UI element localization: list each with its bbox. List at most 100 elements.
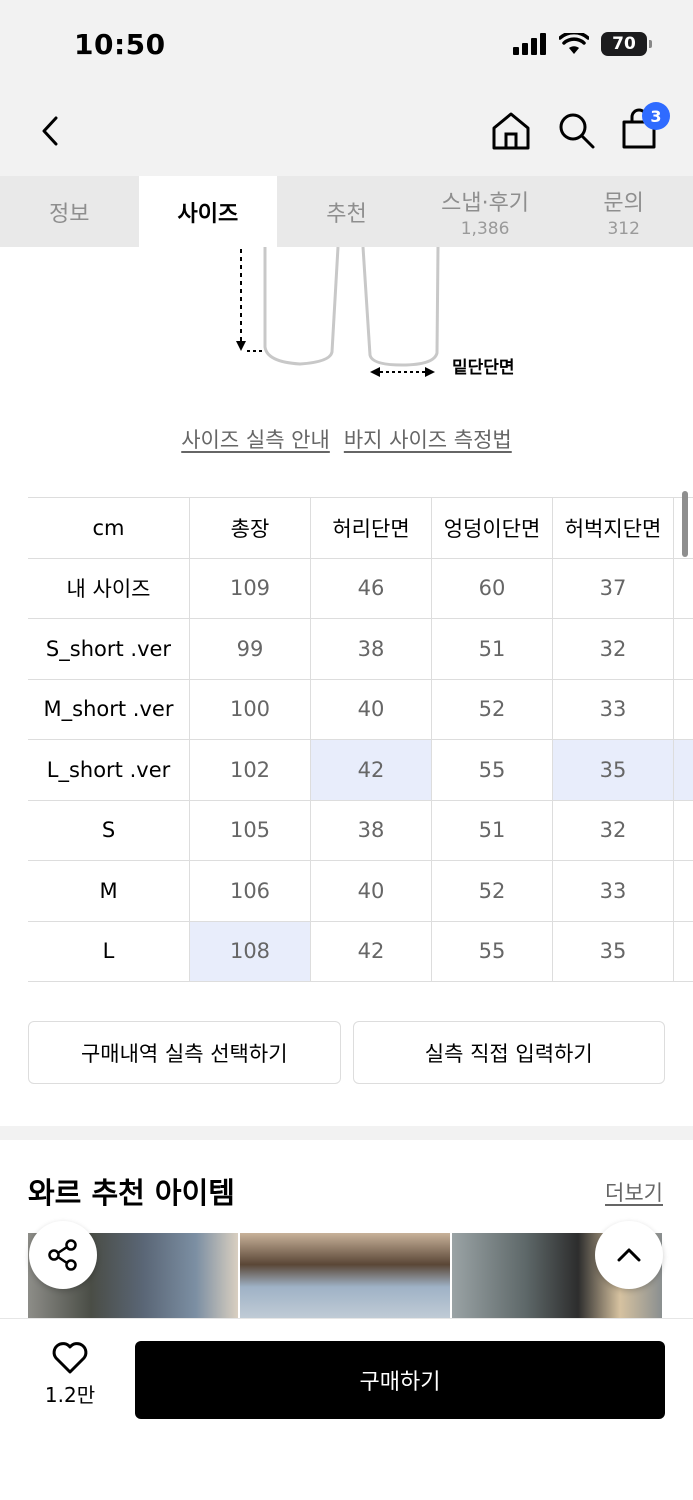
table-cell: 40: [310, 861, 431, 921]
tab-count: 1,386: [460, 218, 510, 239]
share-icon: [48, 1239, 77, 1271]
table-cell: 105: [189, 800, 310, 860]
product-thumbnail[interactable]: [240, 1233, 450, 1323]
hem-label: 밑단단면: [452, 358, 515, 378]
table-cell: 37: [552, 558, 673, 618]
like-count: 1.2만: [44, 1383, 96, 1407]
select-purchase-history-button[interactable]: 구매내역 실측 선택하기: [28, 1021, 341, 1084]
status-bar: 10:50 70: [0, 0, 693, 92]
table-cell: 33: [552, 861, 673, 921]
like-button[interactable]: 1.2만: [40, 1341, 100, 1408]
size-name: 내 사이즈: [66, 577, 151, 602]
table-scrollbar[interactable]: [682, 491, 688, 557]
table-cell: 51: [431, 800, 552, 860]
enter-measurement-button[interactable]: 실측 직접 입력하기: [352, 1021, 665, 1084]
table-row: L 108 42 55 35: [28, 921, 693, 982]
size-name: L_short .ver: [46, 757, 171, 782]
table-cell: 55: [431, 921, 552, 981]
table-row: L_short .ver 102 42 55 35: [28, 740, 693, 801]
size-action-buttons: 구매내역 실측 선택하기 실측 직접 입력하기: [28, 1021, 665, 1084]
recommend-carousel: [28, 1233, 693, 1323]
table-cell: 40: [310, 679, 431, 739]
table-row: 내 사이즈 109 46 60 37: [28, 558, 693, 619]
table-cell-highlighted: 108: [189, 921, 310, 981]
back-icon[interactable]: [34, 112, 74, 152]
table-cell: 106: [189, 861, 310, 921]
table-cell-overflow: [673, 740, 693, 800]
table-cell: 35: [552, 921, 673, 981]
tab-recommend[interactable]: 추천: [277, 176, 416, 247]
status-time: 10:50: [74, 28, 166, 61]
table-cell: 38: [310, 800, 431, 860]
tab-label: 추천: [326, 201, 367, 227]
table-cell: 38: [310, 619, 431, 679]
status-icons: 70: [513, 32, 652, 56]
size-name: S_short .ver: [45, 636, 172, 661]
size-name: L: [102, 939, 115, 964]
table-cell: 100: [189, 679, 310, 739]
table-row: M_short .ver 100 40 52 33: [28, 679, 693, 740]
search-icon[interactable]: [556, 110, 596, 150]
tab-info[interactable]: 정보: [0, 176, 139, 247]
signal-icon: [513, 33, 546, 55]
table-row: S 105 38 51 32: [28, 800, 693, 861]
table-header: 허리단면: [310, 498, 431, 558]
product-tabs: 정보 사이즈 추천 스냅·후기 1,386 문의 312: [0, 176, 693, 247]
table-header: 엉덩이단면: [431, 498, 552, 558]
recommend-title: 와르 추천 아이템: [28, 1176, 235, 1210]
table-cell-overflow: [673, 679, 693, 739]
buy-button[interactable]: 구매하기: [135, 1341, 665, 1419]
table-cell: 52: [431, 679, 552, 739]
bottom-purchase-bar: 1.2만 구매하기: [0, 1318, 693, 1500]
table-row: M 106 40 52 33: [28, 861, 693, 922]
top-nav: 3: [0, 92, 693, 176]
table-cell-overflow: [673, 921, 693, 981]
pants-illustration: [236, 246, 440, 377]
home-icon[interactable]: [490, 110, 532, 150]
table-cell-overflow: [673, 800, 693, 860]
tab-snap-review[interactable]: 스냅·후기 1,386: [416, 176, 555, 247]
table-cell-highlighted: 42: [310, 740, 431, 800]
table-cell-overflow: [673, 619, 693, 679]
heart-icon: [52, 1342, 88, 1374]
tab-count: 312: [607, 218, 640, 239]
size-guide-links: 사이즈 실측 안내 바지 사이즈 측정법: [0, 424, 693, 454]
table-header: cm: [92, 515, 125, 540]
measure-guide-link[interactable]: 바지 사이즈 측정법: [344, 424, 512, 454]
cart-count-badge: 3: [642, 102, 670, 130]
size-guide-link[interactable]: 사이즈 실측 안내: [181, 424, 330, 454]
chevron-up-icon: [617, 1248, 641, 1262]
share-button[interactable]: [29, 1221, 97, 1289]
tab-inquiry[interactable]: 문의 312: [554, 176, 693, 247]
more-link[interactable]: 더보기: [605, 1177, 663, 1207]
table-header-row: cm 총장 허리단면 엉덩이단면 허벅지단면: [28, 498, 693, 559]
table-cell: 60: [431, 558, 552, 618]
table-cell: 32: [552, 800, 673, 860]
wifi-icon: [559, 33, 589, 54]
tab-label: 문의: [603, 190, 644, 216]
size-name: M: [99, 878, 118, 903]
table-cell: 99: [189, 619, 310, 679]
tab-label: 스냅·후기: [441, 190, 530, 216]
table-cell: 46: [310, 558, 431, 618]
table-cell: 51: [431, 619, 552, 679]
size-name: S: [101, 818, 116, 843]
tab-label: 정보: [49, 201, 90, 227]
table-cell: 109: [189, 558, 310, 618]
scroll-top-button[interactable]: [595, 1221, 663, 1289]
tab-size[interactable]: 사이즈: [138, 176, 278, 247]
table-cell: 32: [552, 619, 673, 679]
table-cell: 42: [310, 921, 431, 981]
cart-button[interactable]: 3: [620, 102, 670, 154]
table-header: 총장: [189, 498, 310, 558]
table-cell-highlighted: 35: [552, 740, 673, 800]
battery-level: 70: [612, 34, 636, 54]
size-diagram: 밑단단면: [0, 246, 693, 407]
table-cell: 55: [431, 740, 552, 800]
table-cell-overflow: [673, 558, 693, 618]
size-name: M_short .ver: [43, 697, 174, 722]
tab-label: 사이즈: [177, 201, 239, 227]
table-cell-overflow: [673, 861, 693, 921]
table-header: 허벅지단면: [552, 498, 673, 558]
size-table: cm 총장 허리단면 엉덩이단면 허벅지단면 내 사이즈 109 46 60 3…: [28, 497, 693, 982]
